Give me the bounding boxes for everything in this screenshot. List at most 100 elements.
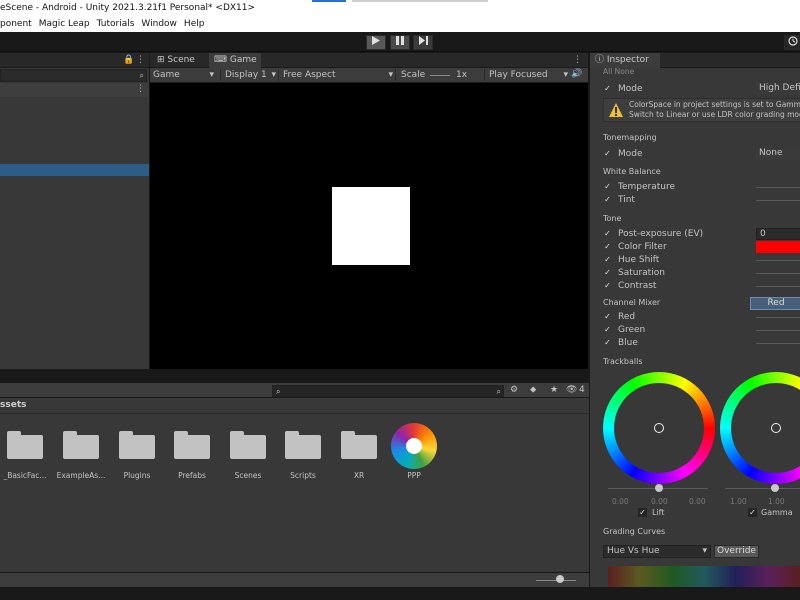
color-filter-swatch[interactable] bbox=[756, 241, 800, 253]
post-exposure-input[interactable]: 0 bbox=[756, 228, 800, 240]
all-none-toggle[interactable]: All None bbox=[603, 66, 634, 77]
override-button[interactable]: Override bbox=[714, 545, 759, 558]
curve-preview[interactable] bbox=[608, 566, 800, 587]
titlebar-highlight bbox=[352, 0, 488, 2]
mixer-green-checkbox[interactable]: ✓ bbox=[603, 325, 612, 334]
mixer-blue-checkbox[interactable]: ✓ bbox=[603, 338, 612, 347]
contrast-slider[interactable] bbox=[756, 286, 800, 287]
contrast-checkbox[interactable]: ✓ bbox=[603, 281, 612, 290]
inspector-panel: ⓘ Inspector All None ✓ Mode High Defin C… bbox=[590, 53, 800, 587]
folder-icon[interactable] bbox=[7, 431, 43, 459]
grid-icon: ⊞ bbox=[157, 55, 168, 65]
project-breadcrumb[interactable]: ssets bbox=[0, 400, 26, 410]
color-filter-checkbox[interactable]: ✓ bbox=[603, 242, 612, 251]
temperature-slider[interactable] bbox=[756, 187, 800, 188]
lift-trackball-cursor[interactable] bbox=[654, 423, 664, 433]
lift-trackball[interactable] bbox=[603, 372, 715, 484]
mixer-blue-slider[interactable] bbox=[756, 343, 800, 344]
hidden-eye-icon[interactable]: 👁 bbox=[566, 385, 577, 395]
lift-slider-handle[interactable] bbox=[655, 484, 663, 492]
project-search-input[interactable]: ⌕ ⌕ bbox=[272, 385, 504, 397]
post-exposure-checkbox[interactable]: ✓ bbox=[603, 229, 612, 238]
window-title: eScene - Android - Unity 2021.3.21f1 Per… bbox=[0, 3, 256, 13]
play-mode-dropdown[interactable]: Play Focused ▾ bbox=[484, 69, 570, 81]
mixer-red-checkbox[interactable]: ✓ bbox=[603, 312, 612, 321]
menu-tutorials[interactable]: Tutorials bbox=[97, 19, 135, 29]
menu-magic-leap[interactable]: Magic Leap bbox=[39, 19, 90, 29]
hidden-count: 4 bbox=[579, 385, 585, 395]
favorite-icon[interactable]: ★ bbox=[550, 385, 558, 395]
tonemapping-mode-dropdown[interactable]: None bbox=[756, 148, 800, 160]
view-options-icon[interactable]: ⋮ bbox=[573, 54, 582, 66]
saturation-checkbox[interactable]: ✓ bbox=[603, 268, 612, 277]
game-view-panel: ⊞ Scene ⌨ Game ⋮ Game ▾ Display 1 ▾ Free A… bbox=[150, 53, 588, 369]
tint-checkbox[interactable]: ✓ bbox=[603, 195, 612, 204]
folder-icon[interactable] bbox=[230, 431, 266, 459]
channel-mixer-header: Channel Mixer bbox=[603, 298, 661, 307]
gamma-slider-handle[interactable] bbox=[771, 484, 779, 492]
more-options-icon[interactable]: ⋮ bbox=[136, 54, 145, 66]
folder-icon[interactable] bbox=[341, 431, 377, 459]
hierarchy-search-input[interactable]: ⌕ bbox=[0, 69, 147, 82]
menu-help[interactable]: Help bbox=[184, 19, 205, 29]
folder-icon[interactable] bbox=[285, 431, 321, 459]
post-processing-profile-icon[interactable] bbox=[391, 423, 437, 469]
folder-scenes-label: Scenes bbox=[234, 471, 262, 480]
folder-icon[interactable] bbox=[119, 431, 155, 459]
curve-type-dropdown[interactable]: Hue Vs Hue ▾ bbox=[603, 545, 711, 558]
game-toolbar: Game ▾ Display 1 ▾ Free Aspect ▾ Scale 1x P… bbox=[150, 68, 588, 83]
search-filter-icon[interactable]: ⌕ bbox=[497, 386, 501, 396]
hierarchy-selected-row[interactable] bbox=[0, 164, 149, 176]
saturation-slider[interactable] bbox=[756, 273, 800, 274]
tab-scene[interactable]: ⊞ Scene bbox=[152, 53, 200, 68]
gamma-checkbox[interactable]: ✓ bbox=[748, 508, 757, 517]
menu-window[interactable]: Window bbox=[141, 19, 177, 29]
audio-icon[interactable]: 🔊 bbox=[571, 69, 582, 79]
scene-options-icon[interactable]: ⋮ bbox=[136, 83, 145, 95]
scale-slider[interactable]: Scale 1x bbox=[395, 69, 483, 81]
icon-size-slider[interactable] bbox=[556, 575, 564, 583]
folder-plugins-label: Plugins bbox=[123, 471, 151, 480]
mode-dropdown[interactable]: High Defin bbox=[756, 83, 800, 95]
gamma-slider[interactable] bbox=[725, 488, 800, 489]
label-icon[interactable]: ⬥ bbox=[530, 385, 536, 395]
rendered-white-cube bbox=[332, 187, 410, 265]
tab-game[interactable]: ⌨ Game bbox=[209, 53, 261, 68]
channel-mixer-red-button[interactable]: Red bbox=[750, 297, 800, 310]
folder-icon[interactable] bbox=[174, 431, 210, 459]
game-dropdown[interactable]: Game ▾ bbox=[153, 69, 216, 81]
pause-button[interactable] bbox=[390, 35, 410, 50]
folder-xr-label: XR bbox=[353, 471, 365, 480]
hue-shift-checkbox[interactable]: ✓ bbox=[603, 255, 612, 264]
gamma-trackball[interactable] bbox=[720, 372, 800, 484]
mode-checkbox[interactable]: ✓ bbox=[603, 84, 612, 93]
menu-component[interactable]: ponent bbox=[0, 19, 32, 29]
mixer-red-slider[interactable] bbox=[756, 317, 800, 318]
gamma-trackball-cursor[interactable] bbox=[771, 423, 781, 433]
hue-shift-slider[interactable] bbox=[756, 260, 800, 261]
main-toolbar bbox=[0, 32, 800, 52]
window-titlebar: eScene - Android - Unity 2021.3.21f1 Per… bbox=[0, 0, 800, 17]
play-button[interactable] bbox=[366, 35, 386, 50]
aspect-dropdown[interactable]: Free Aspect ▾ bbox=[278, 69, 395, 81]
lock-icon[interactable]: 🔒 bbox=[123, 54, 134, 66]
temperature-checkbox[interactable]: ✓ bbox=[603, 182, 612, 191]
warning-text-line2: Switch to Linear or use LDR color gradin… bbox=[629, 110, 800, 119]
gamma-value-r: 1.00 bbox=[730, 497, 747, 506]
saturation-label: Saturation bbox=[618, 268, 665, 278]
aperture-center bbox=[406, 438, 422, 454]
mixer-green-slider[interactable] bbox=[756, 330, 800, 331]
tint-slider[interactable] bbox=[756, 200, 800, 201]
display-dropdown[interactable]: Display 1 ▾ bbox=[220, 69, 278, 81]
lift-checkbox[interactable]: ✓ bbox=[638, 508, 647, 517]
history-button[interactable] bbox=[784, 35, 800, 50]
tonemapping-mode-checkbox[interactable]: ✓ bbox=[603, 149, 612, 158]
step-button[interactable] bbox=[413, 35, 433, 50]
white-balance-header: White Balance bbox=[603, 167, 661, 176]
lift-value-b: 0.00 bbox=[689, 497, 706, 506]
scene-header-row[interactable]: ⋮ bbox=[0, 83, 149, 97]
scale-track[interactable] bbox=[430, 75, 450, 76]
menu-bar: ponent Magic Leap Tutorials Window Help bbox=[0, 17, 800, 32]
create-icon[interactable]: ⚙ bbox=[510, 385, 518, 395]
folder-icon[interactable] bbox=[63, 431, 99, 459]
